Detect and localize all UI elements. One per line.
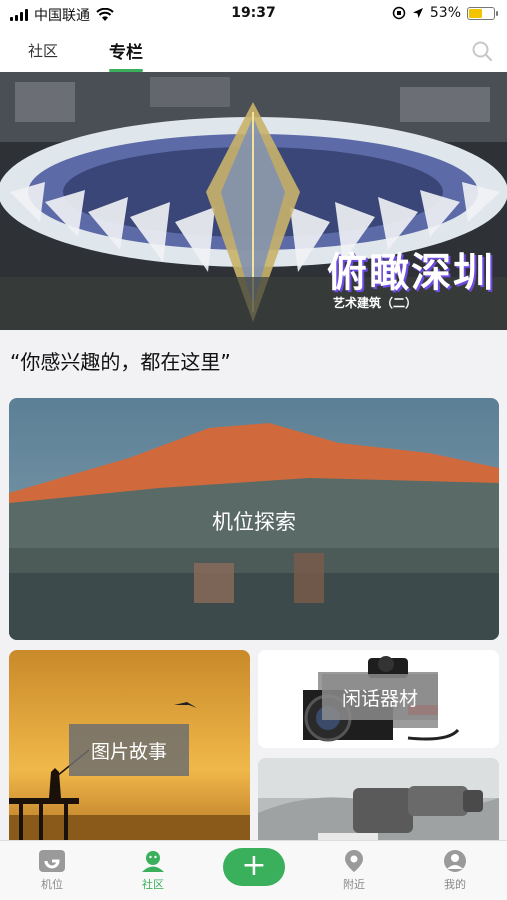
tab-bar-profile[interactable]: 我的 — [425, 849, 485, 892]
tab-bar-spot-label: 机位 — [41, 878, 63, 891]
card-photo-story-label: 图片故事 — [90, 740, 167, 763]
community-icon — [142, 851, 164, 872]
card-photo-story-tag: 图片故事 — [69, 724, 189, 776]
plus-icon: + — [241, 848, 267, 883]
profile-icon — [444, 850, 466, 872]
card-gear-talk-label: 闲话器材 — [341, 687, 418, 710]
card-gear-talk[interactable]: 闲话器材 — [258, 650, 499, 748]
search-icon[interactable] — [471, 40, 493, 62]
camera-spot-icon — [39, 850, 65, 872]
battery-icon — [467, 6, 498, 20]
location-pin-icon — [345, 850, 363, 872]
tab-bar-nearby[interactable]: 附近 — [324, 849, 384, 892]
card-photo-story[interactable]: 图片故事 — [9, 650, 250, 850]
tab-bar-community[interactable]: 社区 — [123, 849, 183, 892]
bottom-tab-bar: 机位 社区 + 附近 我的 — [0, 840, 507, 900]
battery-percent: 53% — [429, 5, 461, 21]
tab-bar-profile-label: 我的 — [444, 878, 466, 891]
section-slogan: “你感兴趣的，都在这里” — [10, 350, 231, 374]
tab-bar-community-label: 社区 — [142, 878, 164, 891]
tab-bar-spot[interactable]: 机位 — [22, 849, 82, 892]
card-extra-image — [258, 758, 499, 850]
tab-community[interactable]: 社区 — [28, 40, 58, 61]
tab-bar-nearby-label: 附近 — [343, 878, 365, 891]
status-bar: 中国联通 19:37 53% — [0, 0, 507, 28]
card-spot-explore-label: 机位探索 — [212, 510, 296, 534]
card-gear-talk-tag: 闲话器材 — [322, 674, 438, 720]
location-arrow-icon — [412, 8, 423, 18]
featured-banner[interactable]: 俯瞰深圳 艺术建筑（二） — [0, 72, 507, 330]
tab-column[interactable]: 专栏 — [109, 38, 143, 72]
banner-title: 俯瞰深圳 — [327, 250, 495, 296]
status-right: 53% — [392, 5, 498, 21]
create-post-button[interactable]: + — [223, 848, 285, 886]
orientation-lock-icon — [392, 6, 406, 20]
card-spot-explore[interactable]: 机位探索 — [9, 398, 499, 640]
banner-subtitle: 艺术建筑（二） — [332, 296, 417, 310]
tab-column-label: 专栏 — [109, 43, 143, 63]
card-extra[interactable] — [258, 758, 499, 850]
top-nav: 社区 专栏 — [0, 28, 507, 72]
